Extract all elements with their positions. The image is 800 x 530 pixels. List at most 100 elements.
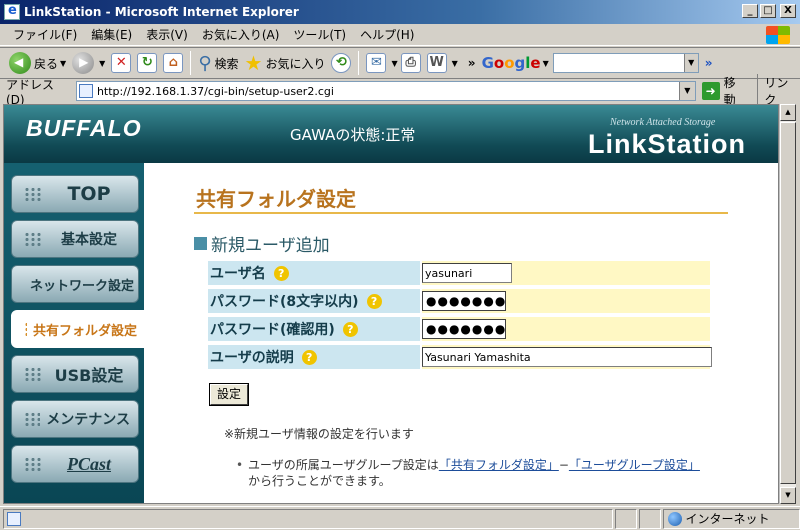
close-button[interactable]: X — [780, 4, 796, 18]
help-icon[interactable]: ? — [366, 293, 382, 309]
mail-icon[interactable]: ✉ — [366, 53, 387, 73]
username-input[interactable] — [422, 263, 512, 283]
menu-tools[interactable]: ツール(T) — [286, 26, 353, 43]
status-text-pane — [3, 508, 614, 529]
print-icon[interactable]: ⎙ — [400, 53, 421, 73]
linkstation-logo: LinkStation — [588, 129, 746, 159]
address-input[interactable]: http://192.168.1.37/cgi-bin/setup-user2.… — [75, 81, 696, 101]
form-label-text: ユーザ名 — [210, 266, 266, 282]
form-row-username: ユーザ名 ? — [208, 261, 710, 285]
google-letter: o — [504, 54, 515, 72]
grip-icon — [24, 367, 42, 381]
vertical-scrollbar[interactable]: ▲ ▼ — [779, 104, 796, 504]
form-label: ユーザの説明 ? — [208, 345, 420, 369]
main-content: 共有フォルダ設定 新規ユーザ追加 ユーザ名 ? パスワード(8文字以内) ? ●… — [144, 163, 778, 503]
sidebar-item-shared-folder[interactable]: 共有フォルダ設定 — [11, 310, 146, 348]
sidebar-item-usb[interactable]: USB設定 — [11, 355, 139, 393]
help-bullet: ユーザの所属ユーザグループ設定は「共有フォルダ設定」−「ユーザグループ設定」から… — [236, 457, 702, 489]
chevron-down-icon[interactable]: ▼ — [452, 59, 458, 68]
scroll-down-icon[interactable]: ▼ — [780, 487, 796, 504]
bullet-dash: − — [558, 458, 569, 472]
address-url[interactable]: http://192.168.1.37/cgi-bin/setup-user2.… — [97, 85, 334, 98]
title-divider — [194, 212, 728, 214]
sidebar-item-label: 基本設定 — [61, 232, 117, 248]
form-field: ●●●●●●● — [422, 289, 710, 313]
sidebar-item-label: TOP — [67, 183, 111, 205]
user-group-link[interactable]: 「ユーザグループ設定」 — [569, 458, 700, 472]
home-icon[interactable]: ⌂ — [163, 53, 184, 73]
toolbar-overflow-chevron[interactable]: » — [468, 56, 476, 70]
page-title: 共有フォルダ設定 — [196, 187, 356, 211]
sidebar-item-basic[interactable]: 基本設定 — [11, 220, 139, 258]
help-icon[interactable]: ? — [273, 265, 289, 281]
chevron-down-icon[interactable]: ▼ — [391, 59, 397, 68]
toolbar-separator — [190, 51, 192, 75]
submit-button[interactable]: 設定 — [210, 384, 248, 405]
sidebar-item-top[interactable]: TOP — [11, 175, 139, 213]
go-label: 移動 — [723, 76, 736, 107]
scroll-up-icon[interactable]: ▲ — [780, 104, 796, 121]
edit-icon[interactable]: W — [426, 53, 447, 73]
search-icon: ⚲ — [198, 52, 212, 74]
refresh-icon[interactable]: ↻ — [137, 53, 158, 73]
globe-icon — [667, 511, 682, 526]
stop-icon[interactable]: ✕ — [111, 53, 132, 73]
sidebar-item-maintenance[interactable]: メンテナンス — [11, 400, 139, 438]
menu-help[interactable]: ヘルプ(H) — [353, 26, 421, 43]
grip-icon — [24, 322, 27, 336]
scroll-thumb[interactable] — [780, 122, 796, 484]
search-button[interactable]: ⚲ 検索 — [195, 50, 241, 76]
menu-favorites[interactable]: お気に入り(A) — [195, 26, 287, 43]
favorites-button[interactable]: ★ お気に入り — [242, 50, 329, 76]
grip-icon — [24, 232, 42, 246]
sidebar-item-label: PCast — [66, 453, 111, 474]
grip-icon — [24, 187, 42, 201]
section-bullet-icon — [194, 237, 207, 250]
forward-button[interactable]: ▼ — [69, 50, 108, 76]
back-arrow-icon — [9, 52, 31, 74]
toolbar: 戻る ▼ ▼ ✕ ↻ ⌂ ⚲ 検索 ★ お気に入り ⟲ ✉ ▼ ⎙ W ▼ » … — [0, 47, 800, 79]
search-label: 検索 — [214, 56, 239, 71]
google-overflow-chevron[interactable]: » — [705, 56, 713, 70]
chevron-down-icon[interactable]: ▼ — [60, 59, 66, 68]
chevron-down-icon[interactable]: ▼ — [678, 82, 695, 100]
links-button[interactable]: リンク — [757, 74, 800, 108]
sidebar-item-label: USB設定 — [54, 366, 124, 385]
chevron-down-icon[interactable]: ▼ — [99, 59, 105, 68]
menu-file[interactable]: ファイル(F) — [6, 26, 84, 43]
chevron-down-icon[interactable]: ▼ — [683, 54, 698, 72]
ie-icon — [4, 3, 20, 20]
toolbar-separator — [358, 51, 360, 75]
status-bar: インターネット — [0, 506, 800, 530]
help-icon[interactable]: ? — [342, 321, 358, 337]
history-icon[interactable]: ⟲ — [331, 53, 352, 73]
go-button[interactable]: ➜ 移動 — [701, 74, 748, 108]
google-letter: G — [481, 54, 494, 72]
sidebar-item-network[interactable]: ネットワーク設定 — [11, 265, 139, 303]
form-label-text: パスワード(確認用) — [210, 322, 335, 338]
form-row-password-confirm: パスワード(確認用) ? ●●●●●●● — [208, 317, 710, 341]
shared-folder-link[interactable]: 「共有フォルダ設定」 — [439, 458, 559, 472]
linkstation-header: BUFFALO GAWAの状態:正常 Network Attached Stor… — [4, 105, 778, 163]
favorites-label: お気に入り — [265, 56, 326, 71]
form-row-password: パスワード(8文字以内) ? ●●●●●●● — [208, 289, 710, 313]
help-icon[interactable]: ? — [301, 349, 317, 365]
description-input[interactable] — [422, 347, 712, 367]
bullet-text: から行うことができます。 — [248, 474, 391, 488]
maximize-button[interactable]: □ — [760, 4, 776, 18]
google-letter: e — [530, 54, 541, 72]
google-search-input[interactable]: ▼ — [552, 53, 699, 73]
password-confirm-input[interactable]: ●●●●●●● — [422, 319, 506, 339]
forward-arrow-icon — [72, 52, 95, 74]
back-button[interactable]: 戻る ▼ — [6, 50, 69, 76]
sidebar-item-pcast[interactable]: PCast — [11, 445, 139, 483]
google-toolbar-logo[interactable]: Google ▼ — [482, 54, 549, 72]
sidebar-nav: TOP 基本設定 ネットワーク設定 共有フォルダ設定 USB設定 メンテナンス … — [4, 163, 146, 503]
chevron-down-icon[interactable]: ▼ — [543, 59, 549, 68]
minimize-button[interactable]: _ — [742, 4, 758, 18]
password-input[interactable]: ●●●●●●● — [422, 291, 506, 311]
menu-view[interactable]: 表示(V) — [139, 26, 195, 43]
section-title-text: 新規ユーザ追加 — [211, 236, 330, 256]
form-label: パスワード(確認用) ? — [208, 317, 420, 341]
menu-edit[interactable]: 編集(E) — [84, 26, 139, 43]
